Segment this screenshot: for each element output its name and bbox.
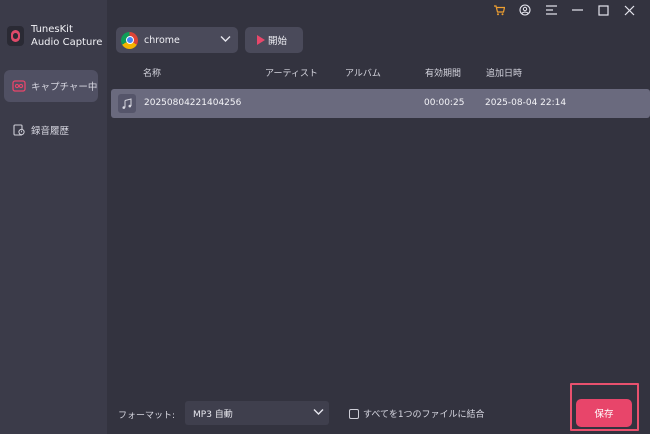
merge-checkbox[interactable] <box>349 408 359 419</box>
history-icon <box>12 123 26 137</box>
column-header-album: アルバム <box>345 69 381 79</box>
app-name-line2: Audio Capture <box>31 37 103 48</box>
source-select[interactable]: chrome <box>116 27 238 53</box>
chrome-icon <box>121 31 138 49</box>
table-row[interactable]: 20250804221404256 00:00:25 2025-08-04 22… <box>111 89 650 118</box>
format-select-value: MP3 自動 <box>193 409 233 420</box>
audio-file-icon <box>118 94 136 113</box>
play-icon <box>257 35 265 45</box>
row-duration: 00:00:25 <box>424 98 465 108</box>
maximize-icon[interactable] <box>590 3 616 17</box>
start-button-label: 開始 <box>268 36 288 47</box>
close-icon[interactable] <box>616 3 642 17</box>
column-header-name: 名称 <box>143 69 162 79</box>
sidebar-item-label: 録音履歴 <box>31 126 70 137</box>
capture-icon <box>12 79 26 93</box>
row-name: 20250804221404256 <box>144 98 242 108</box>
start-button[interactable]: 開始 <box>245 27 303 53</box>
format-label: フォーマット: <box>118 411 176 421</box>
app-name-line1: TunesKit <box>31 24 73 35</box>
sidebar-item-history[interactable]: 録音履歴 <box>4 114 98 146</box>
column-header-artist: アーティスト <box>265 69 318 79</box>
minimize-icon[interactable] <box>564 3 590 17</box>
format-select[interactable]: MP3 自動 <box>185 401 329 425</box>
column-header-duration: 有効期間 <box>425 69 462 79</box>
chevron-down-icon <box>313 408 324 419</box>
column-header-added: 追加日時 <box>486 69 523 79</box>
menu-icon[interactable] <box>538 3 564 17</box>
app-logo-icon <box>7 26 24 46</box>
sidebar-item-label: キャプチャー中 <box>31 82 98 93</box>
app-brand: TunesKit Audio Capture <box>7 23 102 49</box>
source-select-value: chrome <box>144 34 180 46</box>
account-icon[interactable] <box>512 3 538 17</box>
save-button-label: 保存 <box>594 409 614 420</box>
sidebar: TunesKit Audio Capture キャプチャー中 録音履歴 <box>0 0 107 434</box>
merge-label: すべてを1つのファイルに結合 <box>363 410 485 420</box>
sidebar-item-capturing[interactable]: キャプチャー中 <box>4 70 98 102</box>
merge-option[interactable]: すべてを1つのファイルに結合 <box>349 407 485 420</box>
table-header: 名称 アーティスト アルバム 有効期間 追加日時 <box>107 66 650 80</box>
cart-icon[interactable] <box>486 3 512 17</box>
titlebar-controls <box>486 3 642 17</box>
row-added: 2025-08-04 22:14 <box>485 98 567 108</box>
save-button[interactable]: 保存 <box>576 399 632 427</box>
chevron-down-icon <box>220 35 231 46</box>
